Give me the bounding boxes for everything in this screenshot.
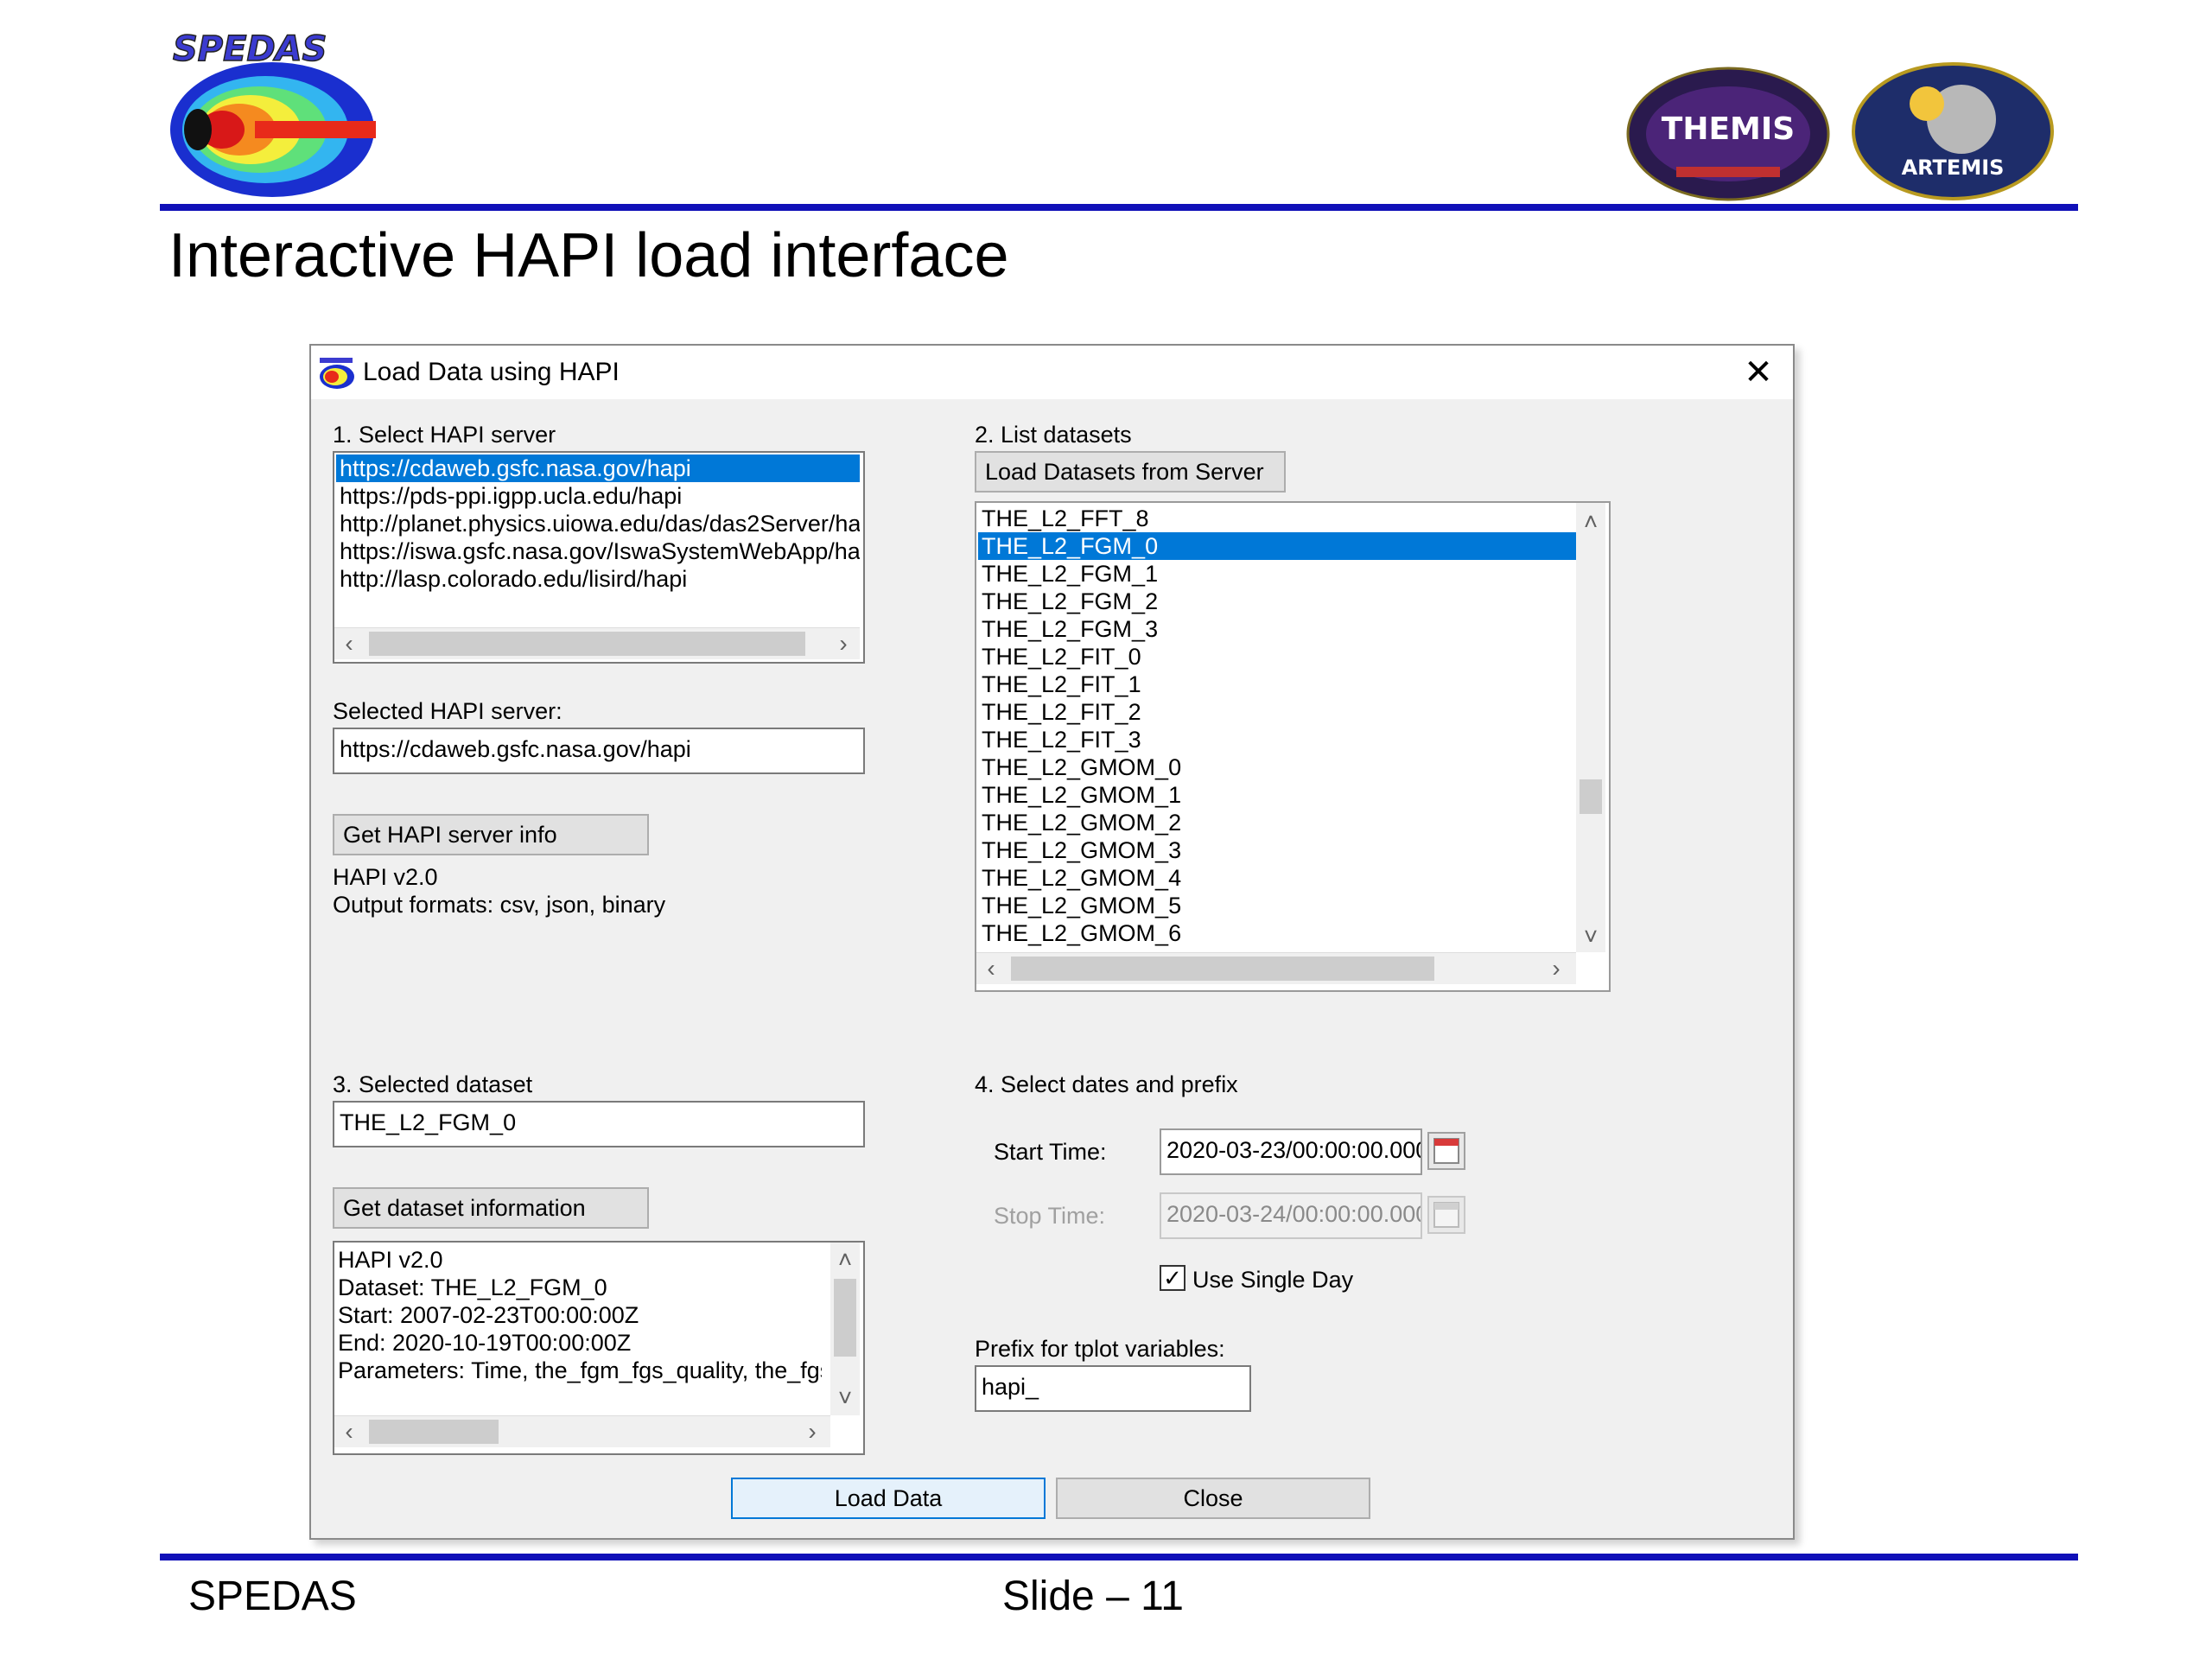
load-datasets-button[interactable]: Load Datasets from Server [975, 451, 1286, 493]
dataset-list-item[interactable]: THE_L2_FIT_0 [978, 643, 1576, 671]
dataset-list-item[interactable]: THE_L2_FGM_3 [978, 615, 1576, 643]
scroll-left-icon[interactable]: ‹ [976, 953, 1006, 984]
selected-server-field[interactable]: https://cdaweb.gsfc.nasa.gov/hapi [333, 728, 865, 774]
server-list-item[interactable]: https://iswa.gsfc.nasa.gov/IswaSystemWeb… [336, 537, 860, 565]
calendar-icon[interactable] [1427, 1196, 1465, 1234]
close-button[interactable]: Close [1056, 1478, 1370, 1519]
stop-time-field[interactable]: 2020-03-24/00:00:00.000 [1160, 1192, 1422, 1239]
dataset-list-item[interactable]: THE_L2_FGM_1 [978, 560, 1576, 588]
scroll-right-icon[interactable]: › [798, 1416, 827, 1447]
dataset-list-item[interactable]: THE_L2_FGM_2 [978, 588, 1576, 615]
dataset-list-hscrollbar[interactable]: ‹ › [976, 952, 1576, 984]
slide-number: Slide – 11 [1002, 1573, 1184, 1619]
scroll-thumb[interactable] [1580, 779, 1602, 814]
artemis-logo: ARTEMIS [1849, 60, 2056, 203]
scroll-thumb[interactable] [369, 632, 805, 656]
selected-server-value: https://cdaweb.gsfc.nasa.gov/hapi [340, 736, 691, 762]
dataset-info-textbox[interactable]: HAPI v2.0 Dataset: THE_L2_FGM_0 Start: 2… [333, 1241, 865, 1455]
server-list-hscrollbar[interactable]: ‹ › [334, 627, 860, 659]
scroll-down-icon[interactable]: ˅ [1576, 921, 1605, 952]
app-icon [318, 356, 356, 391]
scroll-left-icon[interactable]: ‹ [334, 628, 364, 659]
dataset-list-item[interactable]: THE_L2_FGM_0 [978, 532, 1576, 560]
dates-prefix-label: 4. Select dates and prefix [975, 1071, 1238, 1097]
selected-dataset-label: 3. Selected dataset [333, 1071, 533, 1097]
scroll-up-icon[interactable]: ˄ [830, 1244, 860, 1275]
server-info-formats: Output formats: csv, json, binary [333, 892, 666, 918]
dataset-info-line: End: 2020-10-19T00:00:00Z [338, 1330, 632, 1356]
scroll-thumb[interactable] [369, 1420, 499, 1444]
server-list-item[interactable]: https://pds-ppi.igpp.ucla.edu/hapi [336, 482, 860, 510]
list-datasets-label: 2. List datasets [975, 422, 1132, 448]
load-data-dialog: Load Data using HAPI ✕ 1. Select HAPI se… [309, 344, 1795, 1540]
server-list-item[interactable]: http://lasp.colorado.edu/lisird/hapi [336, 565, 860, 593]
dataset-info-line: Parameters: Time, the_fgm_fgs_quality, t… [338, 1357, 822, 1383]
server-listbox[interactable]: https://cdaweb.gsfc.nasa.gov/hapi https:… [333, 451, 865, 664]
dataset-info-line: Dataset: THE_L2_FGM_0 [338, 1274, 607, 1300]
select-server-label: 1. Select HAPI server [333, 422, 556, 448]
prefix-label: Prefix for tplot variables: [975, 1336, 1225, 1362]
footer-rule [160, 1554, 2078, 1560]
dataset-list-item[interactable]: THE_L2_FFT_8 [978, 505, 1576, 532]
selected-dataset-field[interactable]: THE_L2_FGM_0 [333, 1101, 865, 1147]
spedas-logo: SPEDAS [168, 28, 385, 200]
dataset-list-item[interactable]: THE_L2_GMOM_3 [978, 836, 1576, 864]
artemis-logo-text: ARTEMIS [1902, 156, 2005, 180]
selected-dataset-value: THE_L2_FGM_0 [340, 1109, 517, 1135]
dataset-list-item[interactable]: THE_L2_FIT_1 [978, 671, 1576, 698]
scroll-thumb[interactable] [1011, 957, 1434, 981]
svg-text:SPEDAS: SPEDAS [173, 29, 327, 69]
selected-server-label: Selected HAPI server: [333, 698, 563, 724]
dataset-info-line: Start: 2007-02-23T00:00:00Z [338, 1302, 639, 1328]
start-time-value: 2020-03-23/00:00:00.000 [1166, 1137, 1421, 1163]
footer-left-text: SPEDAS [188, 1573, 357, 1619]
dataset-list-item[interactable]: THE_L2_GMOM_6 [978, 919, 1576, 947]
scroll-right-icon[interactable]: › [829, 628, 858, 659]
themis-logo-text: THEMIS [1662, 111, 1795, 147]
stop-time-label: Stop Time: [994, 1203, 1106, 1229]
prefix-input[interactable]: hapi_ [975, 1365, 1251, 1412]
dialog-title: Load Data using HAPI [363, 358, 620, 386]
dataset-list-item[interactable]: THE_L2_FIT_3 [978, 726, 1576, 753]
load-data-button[interactable]: Load Data [731, 1478, 1046, 1519]
server-list-item[interactable]: https://cdaweb.gsfc.nasa.gov/hapi [336, 454, 860, 482]
slide-title: Interactive HAPI load interface [168, 221, 1009, 290]
dialog-titlebar: Load Data using HAPI ✕ [311, 346, 1793, 399]
get-server-info-button[interactable]: Get HAPI server info [333, 814, 649, 855]
dataset-list-item[interactable]: THE_L2_GMOM_2 [978, 809, 1576, 836]
dataset-info-hscrollbar[interactable]: ‹ › [334, 1415, 830, 1447]
start-time-label: Start Time: [994, 1139, 1107, 1165]
dataset-list-item[interactable]: THE_L2_GMOM_0 [978, 753, 1576, 781]
dataset-list-item[interactable]: THE_L2_GMOM_1 [978, 781, 1576, 809]
use-single-day-label: Use Single Day [1192, 1267, 1354, 1293]
get-dataset-info-button[interactable]: Get dataset information [333, 1187, 649, 1229]
scroll-up-icon[interactable]: ˄ [1576, 506, 1605, 537]
use-single-day-checkbox[interactable]: ✓ [1160, 1265, 1185, 1291]
scroll-left-icon[interactable]: ‹ [334, 1416, 364, 1447]
calendar-icon[interactable] [1427, 1132, 1465, 1170]
header-rule [160, 204, 2078, 211]
dataset-list-item[interactable]: THE_L2_FIT_2 [978, 698, 1576, 726]
server-info-version: HAPI v2.0 [333, 864, 438, 890]
dataset-list-item[interactable]: THE_L2_GMOM_5 [978, 892, 1576, 919]
themis-logo: THEMIS [1624, 65, 1832, 203]
scroll-thumb[interactable] [834, 1279, 856, 1357]
dataset-list-item[interactable]: THE_L2_GMOM_4 [978, 864, 1576, 892]
dataset-list-vscrollbar[interactable]: ˄ ˅ [1576, 503, 1605, 952]
prefix-value: hapi_ [982, 1374, 1039, 1400]
dataset-info-vscrollbar[interactable]: ˄ ˅ [830, 1243, 860, 1415]
stop-time-value: 2020-03-24/00:00:00.000 [1166, 1201, 1421, 1227]
start-time-field[interactable]: 2020-03-23/00:00:00.000 [1160, 1128, 1422, 1175]
scroll-right-icon[interactable]: › [1541, 953, 1571, 984]
server-list-item[interactable]: http://planet.physics.uiowa.edu/das/das2… [336, 510, 860, 537]
scroll-down-icon[interactable]: ˅ [830, 1382, 860, 1414]
dataset-listbox[interactable]: THE_L2_FFT_8 THE_L2_FGM_0 THE_L2_FGM_1 THE_… [975, 501, 1611, 992]
dataset-info-line: HAPI v2.0 [338, 1247, 443, 1273]
close-icon[interactable]: ✕ [1737, 351, 1780, 394]
